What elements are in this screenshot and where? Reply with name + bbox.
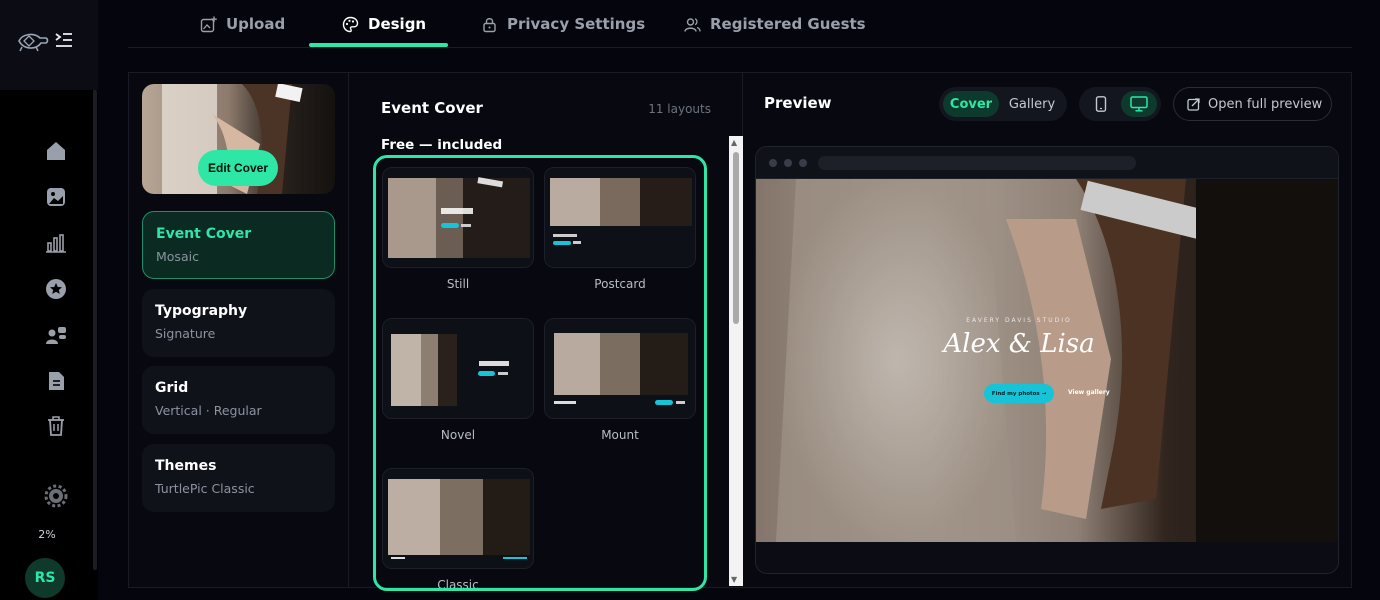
- layout-label: Mount: [601, 428, 639, 442]
- mode-gallery-button[interactable]: Gallery: [1001, 91, 1063, 117]
- layout-still[interactable]: [382, 167, 534, 268]
- avatar[interactable]: RS: [25, 558, 65, 598]
- card-value: TurtlePic Classic: [155, 481, 255, 496]
- cover-preview-image: EAVERY DAVIS STUDIO Alex & Lisa Find my …: [756, 179, 1338, 542]
- scroll-up-arrow-icon[interactable]: ▲: [731, 138, 737, 147]
- collapse-menu-icon[interactable]: [54, 31, 74, 49]
- mobile-device-button[interactable]: [1083, 91, 1119, 117]
- layout-novel[interactable]: [382, 318, 534, 419]
- top-tab-bar: Upload Design Privacy Settings Registere…: [128, 0, 1352, 48]
- card-title: Grid: [155, 380, 189, 396]
- sidebar-scrollbar[interactable]: [93, 90, 97, 570]
- view-gallery-link[interactable]: View gallery: [1068, 389, 1110, 396]
- turtle-logo-icon[interactable]: [16, 30, 50, 52]
- desktop-device-button[interactable]: [1121, 91, 1157, 117]
- browser-toolbar: [756, 147, 1338, 179]
- edit-cover-button[interactable]: Edit Cover: [198, 150, 278, 186]
- mode-cover-button[interactable]: Cover: [943, 91, 999, 117]
- open-full-preview-button[interactable]: Open full preview: [1173, 87, 1332, 121]
- couple-names: Alex & Lisa: [943, 329, 1095, 359]
- tab-label: Privacy Settings: [507, 15, 646, 33]
- card-value: Signature: [155, 326, 216, 341]
- document-icon[interactable]: [42, 367, 70, 395]
- star-icon[interactable]: [42, 275, 70, 303]
- image-icon[interactable]: [42, 183, 70, 211]
- tab-privacy-settings[interactable]: Privacy Settings: [481, 0, 645, 48]
- find-my-photos-button[interactable]: Find my photos →: [984, 384, 1054, 403]
- external-link-icon: [1187, 97, 1200, 111]
- card-title: Event Cover: [156, 226, 252, 242]
- url-bar: [818, 156, 1136, 170]
- scroll-down-arrow-icon[interactable]: ▼: [731, 575, 737, 584]
- sidebar-header: [0, 0, 98, 90]
- chart-icon[interactable]: [42, 229, 70, 257]
- layout-postcard[interactable]: [544, 167, 696, 268]
- window-dot: [799, 159, 807, 167]
- card-title: Typography: [155, 303, 248, 319]
- settings-card-grid[interactable]: Grid Vertical · Regular: [142, 366, 335, 434]
- layout-label: Still: [446, 277, 470, 291]
- upload-image-icon: [200, 16, 217, 32]
- layout-mount[interactable]: [544, 318, 696, 419]
- device-toggle: [1079, 87, 1161, 121]
- lock-icon: [483, 17, 496, 32]
- layout-classic[interactable]: [382, 468, 534, 569]
- mobile-icon: [1095, 96, 1107, 112]
- open-full-preview-label: Open full preview: [1208, 96, 1323, 112]
- layouts-count: 11 layouts: [648, 102, 711, 116]
- column-divider: [348, 72, 349, 588]
- users-icon[interactable]: [42, 321, 70, 349]
- card-value: Vertical · Regular: [155, 403, 262, 418]
- settings-icon[interactable]: [42, 482, 70, 510]
- window-dot: [784, 159, 792, 167]
- tab-design[interactable]: Design: [342, 0, 426, 48]
- active-tab-indicator: [309, 43, 448, 47]
- preview-title: Preview: [764, 94, 832, 112]
- tab-upload[interactable]: Upload: [200, 0, 285, 48]
- tab-label: Design: [368, 15, 427, 33]
- studio-name: EAVERY DAVIS STUDIO: [966, 317, 1072, 324]
- tab-registered-guests[interactable]: Registered Guests: [684, 0, 866, 48]
- layouts-section-label: Free — included: [381, 137, 503, 153]
- card-value: Mosaic: [156, 249, 199, 264]
- settings-card-event-cover[interactable]: Event Cover Mosaic: [142, 211, 335, 279]
- settings-card-typography[interactable]: Typography Signature: [142, 289, 335, 357]
- preview-browser-frame: EAVERY DAVIS STUDIO Alex & Lisa Find my …: [755, 146, 1339, 574]
- settings-card-themes[interactable]: Themes TurtlePic Classic: [142, 444, 335, 512]
- layout-label: Postcard: [594, 277, 646, 291]
- sidebar: 2% RS: [0, 0, 98, 600]
- preview-mode-toggle: Cover Gallery: [939, 87, 1067, 121]
- guests-icon: [684, 17, 701, 32]
- palette-icon: [342, 16, 359, 32]
- tab-label: Registered Guests: [710, 15, 866, 33]
- trash-icon[interactable]: [42, 412, 70, 440]
- storage-usage-label: 2%: [38, 528, 56, 541]
- layouts-scrollbar-thumb[interactable]: [733, 152, 739, 324]
- layout-label: Novel: [440, 428, 476, 442]
- home-icon[interactable]: [42, 137, 70, 165]
- layout-label: Classic: [437, 578, 479, 591]
- layouts-panel-title: Event Cover: [381, 99, 483, 117]
- window-dot: [769, 159, 777, 167]
- desktop-icon: [1130, 96, 1148, 112]
- card-title: Themes: [155, 458, 217, 474]
- layout-grid: Still Postcard Novel Mount Classic: [373, 155, 707, 591]
- tab-label: Upload: [226, 15, 286, 33]
